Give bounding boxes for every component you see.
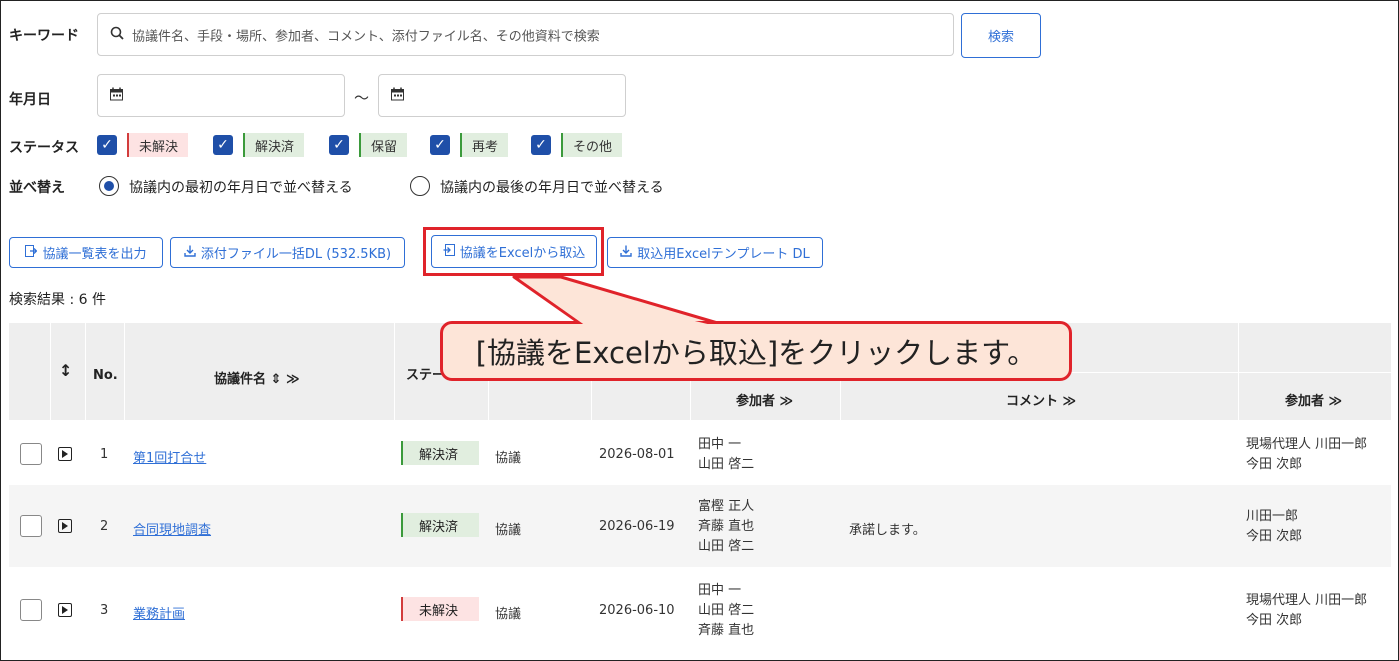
page: キーワード 協議件名、手段・場所、参加者、コメント、添付ファイル名、その他資料で…	[0, 0, 1399, 661]
callout-pointer-fill	[521, 280, 716, 326]
